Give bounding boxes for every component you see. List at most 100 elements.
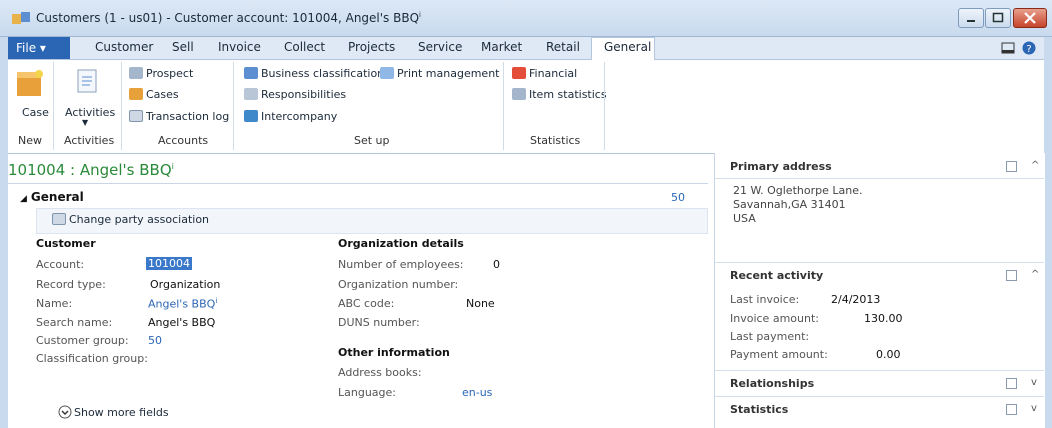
general-summary-value: 50 (671, 191, 685, 204)
app-icon (12, 12, 30, 24)
group-label-accounts: Accounts (158, 134, 209, 147)
general-fasttab-header[interactable]: ◢ General (20, 190, 84, 204)
invoice-amount-label: Invoice amount: (730, 312, 819, 325)
tab-projects[interactable]: Projects (348, 40, 395, 54)
classification-group-label: Classification group: (36, 352, 148, 365)
maximize-button[interactable] (985, 8, 1011, 28)
print-management-icon (380, 67, 394, 79)
print-management-button[interactable]: Print management (380, 67, 500, 80)
prospect-icon (129, 67, 143, 79)
chevron-up-icon[interactable]: ^ (1031, 160, 1039, 171)
factbox-divider (715, 262, 1044, 263)
cases-icon (129, 88, 143, 100)
minimize-icon (967, 20, 975, 22)
search-name-label: Search name: (36, 316, 113, 329)
intercompany-button[interactable]: Intercompany (244, 110, 337, 123)
change-party-icon (52, 213, 66, 225)
organization-details-heading: Organization details (338, 237, 464, 250)
customer-group-link[interactable]: 50 (148, 334, 162, 347)
minimize-ribbon-icon[interactable] (1001, 41, 1015, 55)
help-icon[interactable]: ? (1022, 41, 1036, 55)
abc-code-label: ABC code: (338, 297, 395, 310)
ribbon-tab-bar (8, 37, 1044, 60)
transaction-log-button[interactable]: Transaction log (129, 110, 229, 123)
address-line-2: Savannah,GA 31401 (733, 198, 846, 211)
organization-number-label: Organization number: (338, 278, 459, 291)
maximize-icon (992, 12, 1004, 23)
payment-amount-value: 0.00 (876, 348, 901, 361)
business-classification-icon (244, 67, 258, 79)
window-frame-right (1044, 37, 1052, 428)
primary-address-header[interactable]: Primary address (730, 160, 832, 173)
title-divider (8, 183, 708, 184)
chevron-down-icon[interactable]: v (1031, 403, 1037, 414)
invoice-amount-value: 130.00 (864, 312, 903, 325)
factbox-settings-icon[interactable] (1006, 378, 1017, 389)
record-type-label: Record type: (36, 278, 106, 291)
tab-collect[interactable]: Collect (284, 40, 325, 54)
case-icon (17, 70, 43, 96)
tab-retail[interactable]: Retail (546, 40, 580, 54)
case-button[interactable]: Case (10, 66, 50, 126)
svg-text:?: ? (1026, 44, 1031, 55)
minimize-button[interactable] (958, 8, 984, 28)
name-label: Name: (36, 297, 73, 310)
factbox-divider (715, 396, 1044, 397)
group-divider (121, 62, 122, 150)
tab-sell[interactable]: Sell (172, 40, 194, 54)
item-statistics-button[interactable]: Item statistics (512, 88, 607, 101)
group-label-new: New (18, 134, 42, 147)
last-invoice-value: 2/4/2013 (831, 293, 881, 306)
record-title: 101004 : Angel's BBQi (8, 161, 174, 179)
search-name-value: Angel's BBQ (148, 316, 216, 329)
dropdown-arrow-icon: ▼ (82, 118, 89, 127)
close-icon (1024, 12, 1036, 24)
close-button[interactable] (1013, 8, 1047, 28)
payment-amount-label: Payment amount: (730, 348, 828, 361)
business-classification-button[interactable]: Business classification (244, 67, 384, 80)
cases-button[interactable]: Cases (129, 88, 179, 101)
address-line-3: USA (733, 212, 756, 225)
activities-icon (77, 69, 97, 93)
duns-number-label: DUNS number: (338, 316, 420, 329)
employees-label: Number of employees: (338, 258, 464, 271)
tab-invoice[interactable]: Invoice (218, 40, 261, 54)
change-party-association-button[interactable]: Change party association (52, 213, 209, 226)
intercompany-icon (244, 110, 258, 122)
address-books-label: Address books: (338, 366, 422, 379)
responsibilities-button[interactable]: Responsibilities (244, 88, 346, 101)
tab-market[interactable]: Market (481, 40, 522, 54)
relationships-header[interactable]: Relationships (730, 377, 814, 390)
item-statistics-icon (512, 88, 526, 100)
name-link[interactable]: Angel's BBQi (148, 297, 217, 311)
statistics-header[interactable]: Statistics (730, 403, 788, 416)
chevron-up-icon[interactable]: ^ (1031, 269, 1039, 280)
show-more-fields-button[interactable]: Show more fields (58, 405, 169, 419)
group-label-activities: Activities (64, 134, 115, 147)
chevron-down-circle-icon (58, 405, 72, 419)
tab-service[interactable]: Service (418, 40, 462, 54)
financial-button[interactable]: Financial (512, 67, 577, 80)
financial-chart-icon (512, 67, 526, 79)
language-label: Language: (338, 386, 396, 399)
tab-general[interactable]: General (604, 40, 651, 54)
language-link[interactable]: en-us (462, 386, 492, 399)
activities-button[interactable]: Activities ▼ (58, 66, 118, 130)
tab-file[interactable]: File ▾ (8, 37, 70, 59)
factbox-divider (715, 370, 1044, 371)
account-value[interactable]: 101004 (146, 257, 192, 270)
group-label-statistics: Statistics (530, 134, 581, 147)
collapse-triangle-icon: ◢ (20, 194, 27, 204)
factbox-settings-icon[interactable] (1006, 161, 1017, 172)
factbox-settings-icon[interactable] (1006, 404, 1017, 415)
prospect-button[interactable]: Prospect (129, 67, 193, 80)
responsibilities-icon (244, 88, 258, 100)
recent-activity-header[interactable]: Recent activity (730, 269, 823, 282)
other-information-heading: Other information (338, 346, 450, 359)
tab-customer[interactable]: Customer (95, 40, 153, 54)
group-label-setup: Set up (354, 134, 390, 147)
group-divider (604, 62, 605, 150)
factbox-settings-icon[interactable] (1006, 270, 1017, 281)
abc-code-value: None (466, 297, 495, 310)
chevron-down-icon[interactable]: v (1031, 377, 1037, 388)
